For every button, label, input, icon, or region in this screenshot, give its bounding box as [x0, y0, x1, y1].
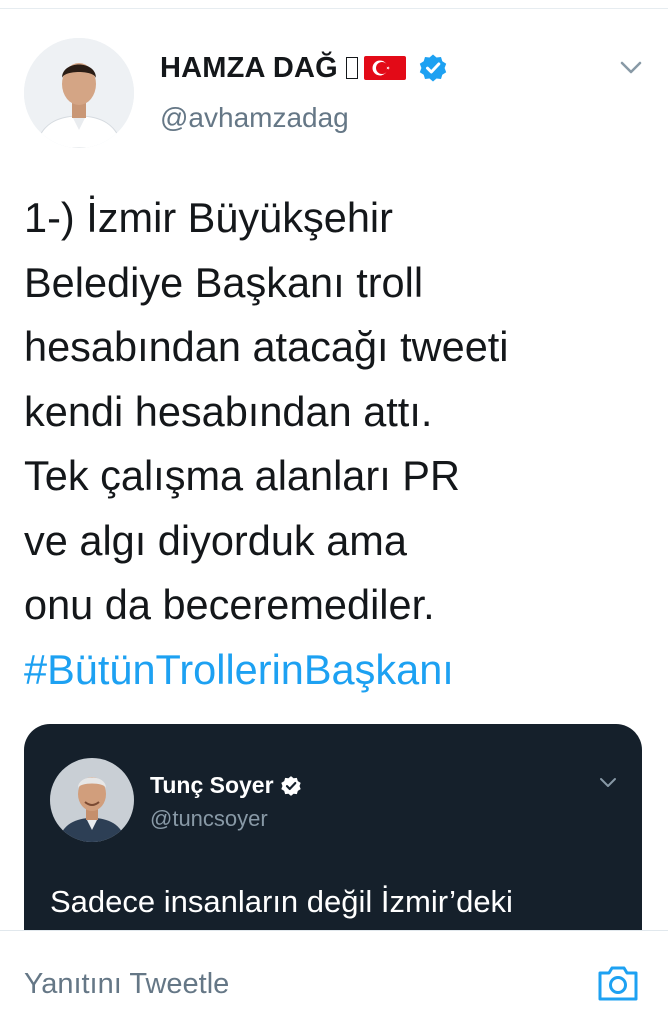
verified-badge-icon [419, 54, 447, 82]
hashtag-link[interactable]: #BütünTrollerinBaşkanı [24, 638, 654, 703]
quoted-author-avatar[interactable] [50, 758, 134, 842]
tweet-text-line: Tek çalışma alanları PR [24, 452, 460, 499]
reply-input[interactable]: Yanıtını Tweetle [24, 963, 564, 1005]
author-avatar[interactable] [24, 38, 134, 148]
tweet: HAMZA DAĞ @avhamzadag 1-) İzmir Büyükşeh… [0, 0, 668, 930]
unknown-emoji-glyph [345, 57, 358, 79]
quoted-author-name-row: Tunç Soyer [150, 772, 302, 799]
chevron-down-icon[interactable] [598, 776, 618, 790]
tweet-text-line: onu da beceremediler. [24, 581, 435, 628]
reply-bar: Yanıtını Tweetle [0, 931, 668, 1036]
tweet-text-line: Belediye Başkanı troll [24, 258, 424, 306]
author-name-row: HAMZA DAĞ [160, 50, 448, 86]
quoted-author-handle[interactable]: @tuncsoyer [150, 806, 268, 832]
camera-icon[interactable] [596, 963, 640, 1003]
quoted-tweet-text: Sadece insanların değil İzmir’deki [50, 884, 513, 919]
turkey-flag-icon [363, 56, 406, 80]
tweet-text-line: kendi hesabından attı. [24, 387, 433, 435]
quoted-author-name[interactable]: Tunç Soyer [150, 772, 274, 799]
quoted-tweet-card[interactable]: Tunç Soyer @tuncsoyer Sadece insanların … [24, 724, 642, 930]
tweet-text-line: ve algı diyorduk ama [24, 516, 407, 564]
tweet-text-line: hesabından atacağı tweeti [24, 323, 509, 370]
author-handle[interactable]: @avhamzadag [160, 102, 349, 134]
tweet-text: 1-) İzmir Büyükşehir Belediye Başkanı tr… [24, 186, 654, 702]
tweet-text-line: 1-) İzmir Büyükşehir [24, 194, 393, 241]
verified-badge-icon [280, 775, 301, 796]
author-name[interactable]: HAMZA DAĞ [160, 52, 338, 85]
chevron-down-icon[interactable] [616, 58, 646, 78]
